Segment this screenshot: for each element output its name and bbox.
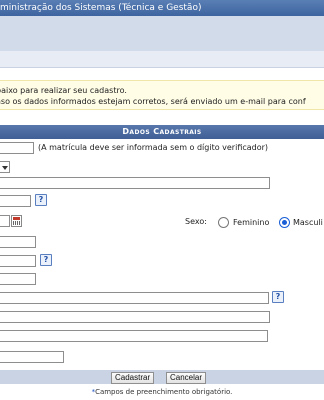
radio-feminino[interactable] [218,217,229,228]
birthdate-input[interactable] [0,215,10,227]
notice-line-1: baixo para realizar seu cadastro. [0,86,127,95]
sexo-label: Sexo: [185,217,207,226]
password-input[interactable] [0,330,268,342]
document-input[interactable] [0,195,31,207]
help-icon[interactable]: ? [272,291,284,303]
phone-input[interactable] [0,273,36,285]
system-title-bar: ministração dos Sistemas (Técnica e Gest… [0,0,324,16]
login-input[interactable] [0,311,270,323]
calendar-icon[interactable] [11,215,22,227]
help-icon[interactable]: ? [40,254,52,266]
matricula-input[interactable] [0,142,34,154]
select-dropdown[interactable] [0,161,10,173]
radio-masculino-label: Masculi [293,218,323,227]
form-footer [0,370,324,384]
help-icon[interactable]: ? [35,194,47,206]
notice-line-2: aso os dados informados estejam corretos… [0,97,306,106]
radio-masculino[interactable] [279,217,290,228]
matricula-hint: (A matrícula deve ser informada sem o dí… [38,143,269,152]
rg-input[interactable] [0,236,36,248]
required-fields-note: *Campos de preenchimento obrigatório. [0,388,324,396]
confirm-input[interactable] [0,351,64,363]
submit-button[interactable]: Cadastrar [111,372,155,384]
form-section-title: Dados Cadastrais [0,125,324,139]
cancel-button[interactable]: Cancelar [166,372,207,384]
subheader-band [0,16,324,51]
info-notice: baixo para realizar seu cadastro. aso os… [0,80,324,110]
email-input[interactable] [0,292,269,304]
orgao-input[interactable] [0,255,36,267]
name-input[interactable] [0,177,270,189]
radio-feminino-label: Feminino [233,218,270,227]
menu-bar [0,51,324,68]
system-title: ministração dos Sistemas (Técnica e Gest… [0,3,202,13]
required-note-text: Campos de preenchimento obrigatório. [95,388,233,396]
